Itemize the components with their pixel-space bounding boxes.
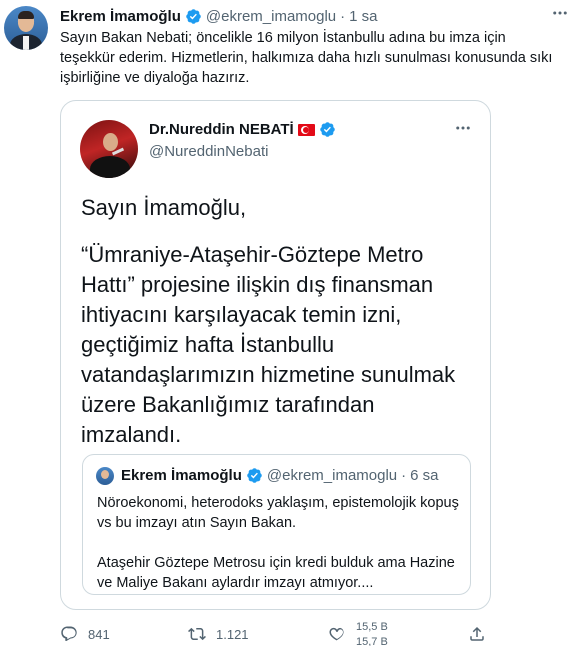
nested-tweet-text: Nöroekonomi, heterodoks yaklaşım, episte… xyxy=(97,493,462,593)
nested-tweet-header: Ekrem İmamoğlu @ekrem_imamoglu · 6 sa xyxy=(121,467,439,484)
retweet-count: 1.121 xyxy=(216,626,249,642)
reply-count: 841 xyxy=(88,626,110,642)
tweet-actions: 841 1.121 15,5 B 15,7 B xyxy=(60,622,560,646)
retweet-icon xyxy=(188,627,206,641)
like-count: 15,5 B 15,7 B xyxy=(356,622,396,646)
nested-author-avatar[interactable] xyxy=(96,467,114,485)
verified-badge-icon xyxy=(319,121,336,138)
retweet-button[interactable]: 1.121 xyxy=(188,622,249,646)
nested-quoted-tweet[interactable]: Ekrem İmamoğlu @ekrem_imamoglu · 6 sa Nö… xyxy=(82,454,471,595)
quoted-text: “Ümraniye-Ataşehir-Göztepe Metro Hattı” … xyxy=(81,242,456,447)
nested-text-paragraph-1: Nöroekonomi, heterodoks yaklaşım, episte… xyxy=(97,495,459,531)
like-count-current: 15,5 B xyxy=(356,622,388,633)
tweet-header: Ekrem İmamoğlu @ekrem_imamoglu · 1 sa xyxy=(60,6,378,26)
quoted-author-handle[interactable]: @NureddinNebati xyxy=(149,143,268,160)
more-icon[interactable] xyxy=(454,119,472,142)
nested-text-paragraph-2: Ataşehir Göztepe Metrosu için kredi buld… xyxy=(97,555,455,591)
tweet-text: Sayın Bakan Nebati; öncelikle 16 milyon … xyxy=(60,30,553,86)
quoted-tweet-body: Sayın İmamoğlu, “Ümraniye-Ataşehir-Gözte… xyxy=(81,193,476,450)
quoted-tweet[interactable]: Dr.Nureddin NEBATİ @NureddinNebati Sayın… xyxy=(60,100,491,610)
verified-badge-icon xyxy=(185,8,202,25)
share-button[interactable] xyxy=(468,622,496,646)
separator-dot: · xyxy=(401,467,407,484)
quoted-greeting: Sayın İmamoğlu, xyxy=(81,195,247,220)
author-avatar[interactable] xyxy=(4,6,48,50)
share-icon xyxy=(470,626,484,641)
verified-badge-icon xyxy=(246,467,263,484)
tweet-timestamp[interactable]: 1 sa xyxy=(349,8,377,25)
author-handle[interactable]: @ekrem_imamoglu xyxy=(206,8,336,25)
author-name[interactable]: Ekrem İmamoğlu xyxy=(60,8,181,25)
quoted-author-name[interactable]: Dr.Nureddin NEBATİ xyxy=(149,121,294,138)
more-icon[interactable] xyxy=(550,4,570,24)
turkey-flag-icon xyxy=(297,123,315,136)
like-count-next: 15,7 B xyxy=(356,636,388,647)
reply-icon xyxy=(61,626,77,642)
tweet[interactable]: Ekrem İmamoğlu @ekrem_imamoglu · 1 sa Sa… xyxy=(0,0,580,660)
reply-button[interactable]: 841 xyxy=(60,622,110,646)
nested-author-name[interactable]: Ekrem İmamoğlu xyxy=(121,467,242,484)
like-button[interactable]: 15,5 B 15,7 B xyxy=(328,622,396,646)
quoted-author-avatar[interactable] xyxy=(80,120,138,178)
nested-author-handle[interactable]: @ekrem_imamoglu xyxy=(267,467,397,484)
heart-icon xyxy=(329,627,344,641)
nested-timestamp[interactable]: 6 sa xyxy=(410,467,438,484)
separator-dot: · xyxy=(340,7,346,25)
quoted-author-name-row: Dr.Nureddin NEBATİ xyxy=(149,121,340,138)
